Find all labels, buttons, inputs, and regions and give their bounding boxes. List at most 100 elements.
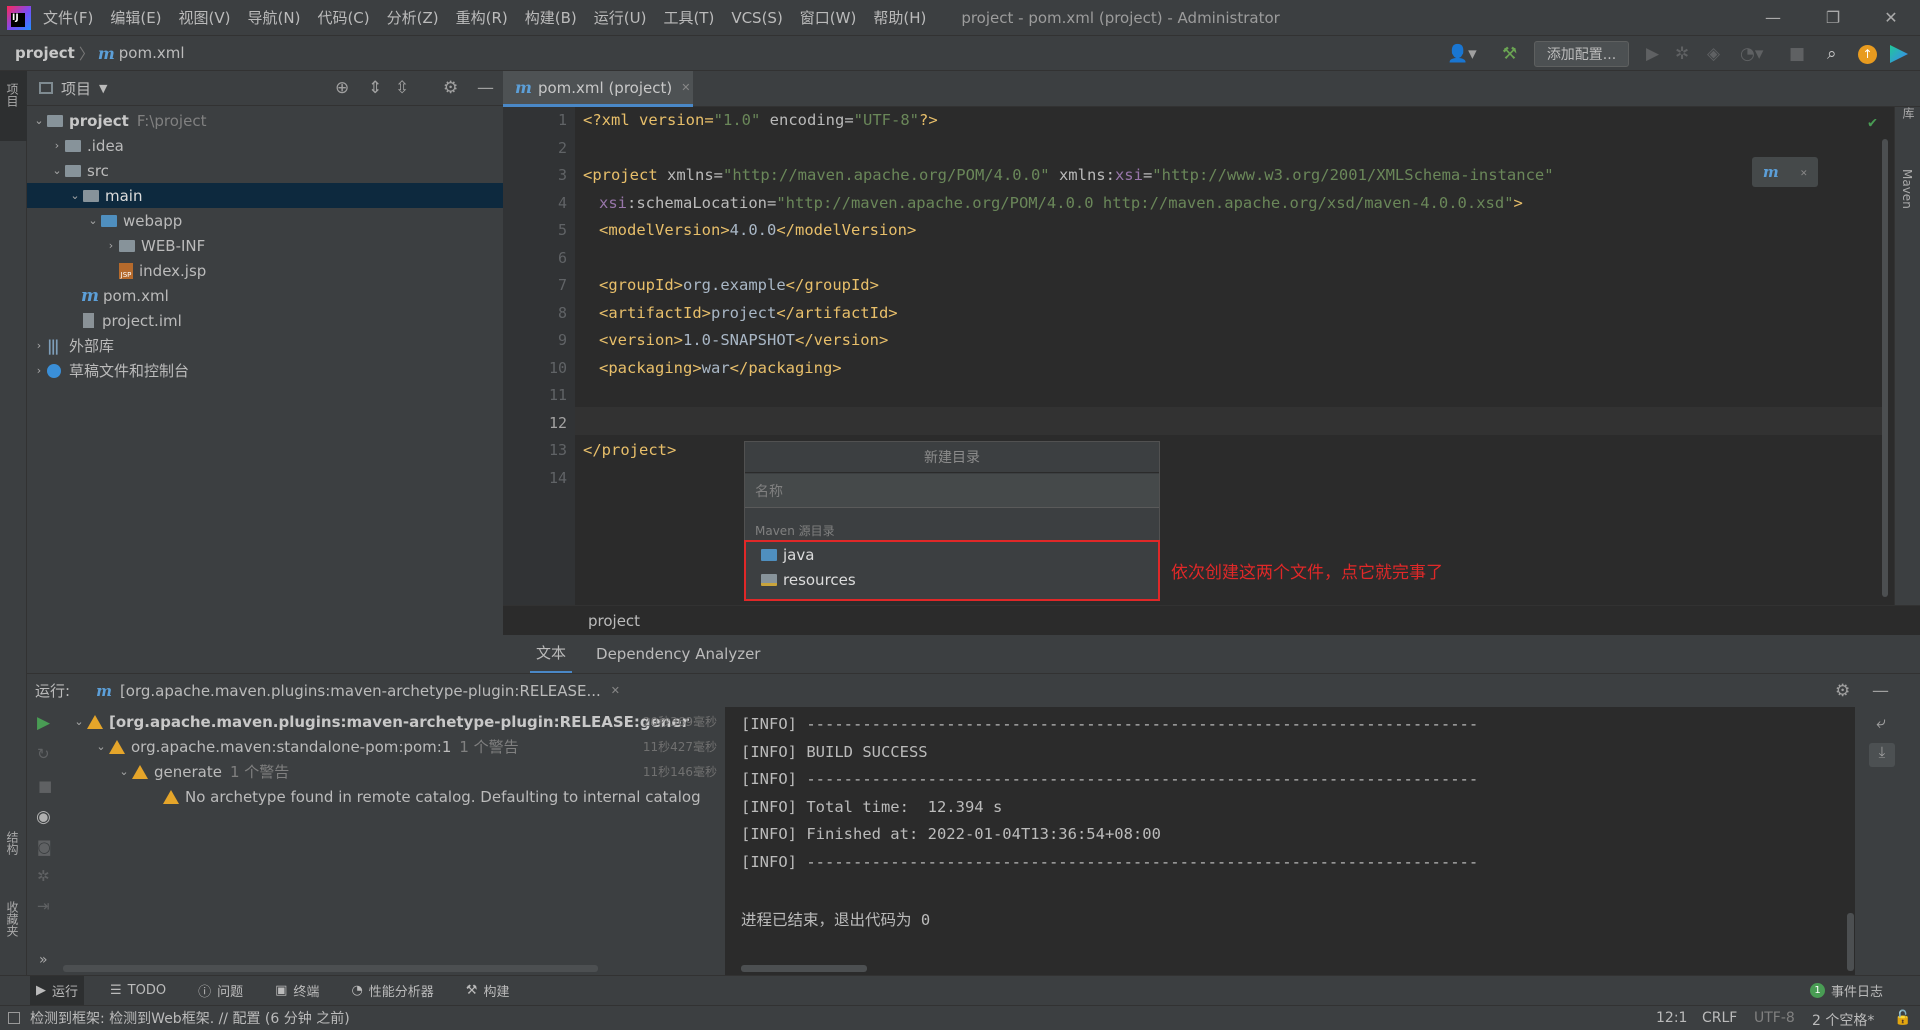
nav-project[interactable]: project (15, 44, 75, 62)
project-panel-title[interactable]: 项目 (61, 78, 91, 99)
exit-icon[interactable]: ⇥ (37, 897, 50, 915)
menu-navigate[interactable]: 导航(N) (248, 7, 301, 28)
close-tab-icon[interactable]: ✕ (611, 684, 620, 697)
rerun-failed-icon[interactable]: ↻ (37, 745, 50, 763)
chevron-down-icon[interactable]: ⌄ (49, 164, 65, 177)
tab-dependency-analyzer[interactable]: Dependency Analyzer (596, 645, 760, 663)
chevron-down-icon[interactable]: ⌄ (31, 114, 47, 127)
hide-icon[interactable]: — (477, 78, 494, 98)
directory-name-input[interactable]: 名称 (745, 474, 1159, 508)
breadcrumb-project[interactable]: project (588, 612, 640, 630)
tool-todo[interactable]: ☰ TODO (104, 976, 172, 1006)
gear-icon[interactable]: ⚙ (443, 78, 458, 98)
run-tree-row[interactable]: ⌄ generate 1 个警告 11秒146毫秒 (116, 759, 725, 784)
chevron-right-icon[interactable]: › (31, 339, 47, 352)
hide-icon[interactable]: — (1872, 681, 1889, 701)
user-icon[interactable]: 👤▾ (1447, 44, 1477, 64)
chevron-right-icon[interactable]: › (103, 239, 119, 252)
run-tree-row[interactable]: No archetype found in remote catalog. De… (163, 784, 701, 809)
chevron-right-icon[interactable]: › (49, 139, 65, 152)
tree-item-index-jsp[interactable]: JSP index.jsp (27, 258, 503, 283)
close-icon[interactable]: ✕ (1801, 166, 1808, 179)
event-log[interactable]: 1 事件日志 (1804, 976, 1889, 1006)
collapse-all-icon[interactable]: ⇳ (395, 78, 409, 98)
tab-text[interactable]: 文本 (530, 634, 573, 674)
tree-item-web-inf[interactable]: › WEB-INF (27, 233, 503, 258)
editor-tab-pom[interactable]: m pom.xml (project) ✕ (503, 71, 693, 107)
tree-item-external-libraries[interactable]: › ||| 外部库 (27, 333, 503, 358)
maven-reload-icon[interactable]: m (1763, 163, 1779, 181)
tree-item-project[interactable]: ⌄ project F:\project (27, 108, 503, 133)
structure-tool-tab[interactable]: 结构 (4, 831, 21, 855)
add-configuration-button[interactable]: 添加配置... (1534, 41, 1629, 67)
menu-analyze[interactable]: 分析(Z) (387, 7, 439, 28)
expand-all-icon[interactable]: ⇕ (368, 78, 382, 98)
close-tab-icon[interactable]: ✕ (681, 81, 690, 94)
toolbox-icon[interactable] (1890, 45, 1908, 63)
editor-scrollbar[interactable] (1882, 139, 1888, 597)
chevron-right-icon[interactable]: › (31, 364, 47, 377)
coverage-icon[interactable]: ◈ (1707, 44, 1720, 64)
menu-vcs[interactable]: VCS(S) (731, 9, 782, 27)
tree-item-scratches[interactable]: › 草稿文件和控制台 (27, 358, 503, 383)
tree-item-main[interactable]: ⌄ main (27, 183, 503, 208)
eye-icon[interactable]: ◉ (36, 807, 51, 827)
stop-icon[interactable]: ■ (38, 777, 52, 795)
menu-view[interactable]: 视图(V) (179, 7, 231, 28)
menu-refactor[interactable]: 重构(R) (456, 7, 508, 28)
tool-run[interactable]: ▶ 运行 (30, 975, 85, 1006)
lock-icon[interactable]: 🔓 (1894, 1010, 1911, 1026)
tree-item-iml[interactable]: project.iml (27, 308, 503, 333)
chevron-down-icon[interactable]: ⌄ (85, 214, 101, 227)
minimize-button[interactable]: — (1744, 0, 1802, 35)
debug-icon[interactable]: ✲ (37, 867, 50, 885)
caret-position[interactable]: 12:1 (1656, 1010, 1687, 1026)
restore-button[interactable]: ❐ (1804, 0, 1862, 35)
tool-build[interactable]: ⚒ 构建 (460, 976, 516, 1006)
rerun-icon[interactable]: ▶ (37, 713, 50, 733)
stop-icon[interactable]: ■ (1789, 44, 1805, 64)
gear-icon[interactable]: ⚙ (1835, 681, 1850, 701)
console-output[interactable]: [INFO] ---------------------------------… (725, 707, 1855, 975)
build-hammer-icon[interactable]: ⚒ (1502, 44, 1517, 64)
menu-file[interactable]: 文件(F) (43, 7, 93, 28)
menu-code[interactable]: 代码(C) (317, 7, 369, 28)
run-tree-row[interactable]: ⌄ [org.apache.maven.plugins:maven-archet… (71, 709, 725, 734)
maven-tool-tab[interactable]: Maven (1900, 169, 1914, 209)
update-icon[interactable]: ↑ (1858, 45, 1877, 64)
toggle-toolbars-icon[interactable] (8, 1012, 20, 1024)
tool-profiler[interactable]: ◔ 性能分析器 (345, 976, 439, 1006)
run-tree-scrollbar[interactable] (63, 965, 598, 972)
run-tab[interactable]: [org.apache.maven.plugins:maven-archetyp… (120, 682, 601, 700)
nav-file[interactable]: pom.xml (119, 44, 185, 62)
chevron-down-icon[interactable]: ⌄ (116, 765, 132, 778)
locate-icon[interactable]: ⊕ (335, 78, 349, 98)
debug-icon[interactable]: ✲ (1675, 44, 1689, 64)
chevron-down-icon[interactable]: ⌄ (71, 715, 87, 728)
intellij-logo-icon[interactable]: IJ (7, 5, 31, 30)
menu-tools[interactable]: 工具(T) (663, 7, 714, 28)
favorites-tool-tab[interactable]: 收藏夹 (4, 901, 21, 937)
console-hscrollbar[interactable] (741, 965, 867, 972)
tool-terminal[interactable]: ▣ 终端 (269, 976, 325, 1006)
soft-wrap-icon[interactable]: ⤶ (1876, 713, 1886, 733)
check-icon[interactable]: ✔ (1868, 113, 1877, 131)
tree-item-webapp[interactable]: ⌄ webapp (27, 208, 503, 233)
tree-item-pom[interactable]: m pom.xml (27, 283, 503, 308)
console-vscrollbar[interactable] (1847, 913, 1854, 971)
file-encoding[interactable]: UTF-8 (1754, 1010, 1795, 1026)
tree-item-idea[interactable]: › .idea (27, 133, 503, 158)
menu-window[interactable]: 窗口(W) (800, 7, 857, 28)
menu-edit[interactable]: 编辑(E) (110, 7, 161, 28)
tree-item-src[interactable]: ⌄ src (27, 158, 503, 183)
close-button[interactable]: ✕ (1862, 0, 1920, 35)
project-tool-tab[interactable]: 项目 (4, 83, 21, 107)
search-icon[interactable]: ⌕ (1827, 44, 1837, 64)
menu-build[interactable]: 构建(B) (525, 7, 577, 28)
indent-setting[interactable]: 2 个空格* (1812, 1010, 1874, 1030)
scroll-to-end-icon[interactable]: ⤓ (1869, 743, 1895, 767)
run-icon[interactable]: ▶ (1646, 44, 1659, 64)
menu-run[interactable]: 运行(U) (594, 7, 647, 28)
line-separator[interactable]: CRLF (1702, 1010, 1737, 1026)
tool-problems[interactable]: ⓘ 问题 (192, 976, 249, 1006)
